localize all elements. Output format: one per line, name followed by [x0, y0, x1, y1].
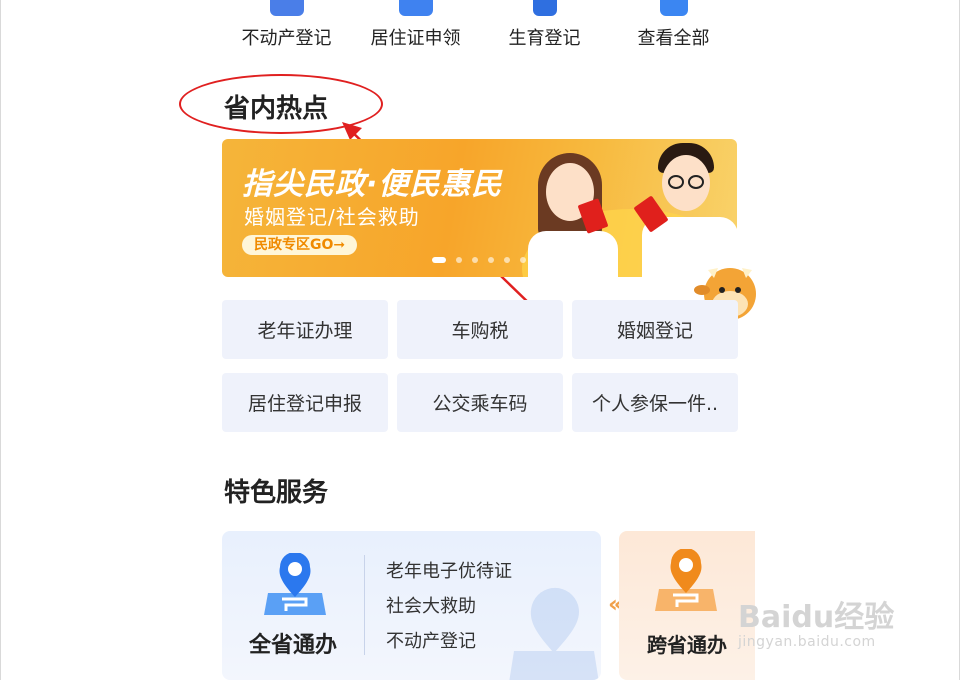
banner-title: 指尖民政·便民惠民 — [242, 167, 503, 202]
grid-icon — [659, 0, 688, 16]
baby-doc-icon — [532, 0, 557, 16]
banner-subtitle: 婚姻登记/社会救助 — [244, 205, 420, 229]
watermark-url-text: jingyan.baidu.com — [738, 634, 876, 650]
top-service-real-estate[interactable]: 不动产登记 — [222, 0, 351, 60]
top-services-row: 不动产登记 居住证申领 生育登记 查看全部 — [222, 0, 738, 60]
hot-item-bus-code[interactable]: 公交乘车码 — [397, 373, 563, 432]
hot-item-residence-declaration[interactable]: 居住登记申报 — [222, 373, 388, 432]
watermark-main-text: Baidu经验 — [738, 600, 895, 635]
top-service-label: 居住证申领 — [370, 28, 461, 49]
top-service-label: 不动产登记 — [241, 28, 332, 49]
province-service-list: 老年电子优待证 社会大救助 不动产登记 — [386, 557, 512, 662]
card-divider — [364, 555, 365, 655]
woman-illustration — [522, 153, 632, 277]
banner-pagination — [432, 257, 526, 263]
cross-province-service-card[interactable]: 跨省通办 — [619, 531, 755, 680]
hot-services-grid: 老年证办理 车购税 婚姻登记 居住登记申报 公交乘车码 个人参保一件.. — [222, 300, 738, 432]
hot-banner[interactable]: 指尖民政·便民惠民 婚姻登记/社会救助 民政专区GO➞ — [222, 139, 737, 277]
top-service-label: 生育登记 — [508, 28, 581, 49]
cross-province-service-name: 跨省通办 — [647, 633, 727, 657]
top-service-view-all[interactable]: 查看全部 — [609, 0, 738, 60]
banner-go-button[interactable]: 民政专区GO➞ — [242, 235, 358, 255]
hot-item-marriage-registration[interactable]: 婚姻登记 — [572, 300, 738, 359]
left-frame-line — [0, 0, 1, 680]
province-service-name: 全省通办 — [248, 633, 337, 658]
province-service-item[interactable]: 不动产登记 — [386, 627, 512, 662]
hot-item-senior-card[interactable]: 老年证办理 — [222, 300, 388, 359]
hot-item-vehicle-tax[interactable]: 车购税 — [397, 300, 563, 359]
province-map-ghost-icon — [509, 587, 599, 680]
hot-item-insurance[interactable]: 个人参保一件.. — [572, 373, 738, 432]
top-service-residence-permit[interactable]: 居住证申领 — [351, 0, 480, 60]
baidu-watermark: Baidu经验 jingyan.baidu.com — [738, 588, 918, 658]
province-map-icon — [264, 553, 326, 615]
id-card-icon — [398, 0, 433, 16]
province-service-item[interactable]: 老年电子优待证 — [386, 557, 512, 592]
top-service-birth-registration[interactable]: 生育登记 — [480, 0, 609, 60]
province-service-card[interactable]: 全省通办 老年电子优待证 社会大救助 不动产登记 — [222, 531, 601, 680]
cross-province-map-icon — [655, 549, 717, 611]
house-doc-icon — [269, 0, 304, 16]
featured-section-title: 特色服务 — [224, 478, 329, 508]
top-service-label: 查看全部 — [637, 28, 710, 49]
province-service-item[interactable]: 社会大救助 — [386, 592, 512, 627]
